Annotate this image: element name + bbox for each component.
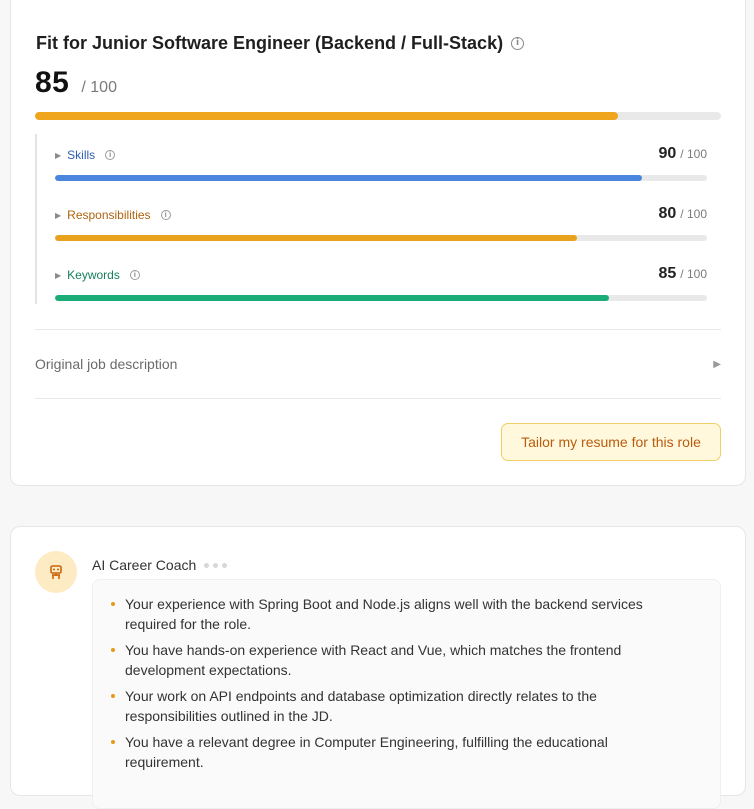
- original-job-description-toggle[interactable]: Original job description ▶: [35, 352, 721, 376]
- overall-score-max: / 100: [81, 79, 117, 96]
- fit-score-card: Fit for Junior Software Engineer (Backen…: [10, 0, 746, 486]
- breakdown-responsibilities-bar-fill: [55, 235, 577, 241]
- info-icon[interactable]: i: [105, 150, 116, 160]
- breakdown-skills[interactable]: ▶ Skills i 90 / 100: [55, 138, 707, 188]
- breakdown-responsibilities-score-value: 80: [658, 205, 677, 222]
- info-icon[interactable]: i: [129, 270, 140, 280]
- score-breakdown: ▶ Skills i 90 / 100 ▶ Responsibilities i…: [35, 134, 721, 304]
- divider: [35, 398, 721, 399]
- divider: [35, 329, 721, 330]
- breakdown-skills-score: 90 / 100: [659, 145, 708, 163]
- list-item: Your work on API endpoints and database …: [111, 686, 702, 726]
- caret-right-icon: ▶: [55, 270, 62, 280]
- list-item: Your experience with Spring Boot and Nod…: [111, 594, 702, 634]
- breakdown-responsibilities-score: 80 / 100: [659, 205, 708, 223]
- caret-right-icon: ▶: [55, 150, 62, 160]
- breakdown-keywords-score-value: 85: [658, 265, 677, 282]
- breakdown-keywords-bar-fill: [55, 295, 610, 301]
- breakdown-keywords-header[interactable]: ▶ Keywords i: [55, 268, 140, 282]
- caret-right-icon: ▶: [55, 210, 62, 220]
- overall-score: 85 / 100: [35, 66, 117, 100]
- breakdown-responsibilities-bar: [55, 235, 707, 241]
- overall-score-value: 85: [35, 66, 70, 99]
- ai-coach-card: AI Career Coach Your experience with Spr…: [10, 526, 746, 809]
- breakdown-skills-label: Skills: [67, 148, 96, 162]
- overall-score-bar: [35, 112, 721, 120]
- coach-message: Your experience with Spring Boot and Nod…: [92, 579, 721, 809]
- breakdown-skills-bar: [55, 175, 707, 181]
- breakdown-keywords-score: 85 / 100: [659, 265, 708, 283]
- breakdown-responsibilities-header[interactable]: ▶ Responsibilities i: [55, 208, 171, 222]
- coach-name: AI Career Coach: [92, 557, 197, 573]
- breakdown-responsibilities[interactable]: ▶ Responsibilities i 80 / 100: [55, 198, 707, 248]
- tailor-resume-button[interactable]: Tailor my resume for this role: [501, 423, 721, 461]
- breakdown-keywords-bar: [55, 295, 707, 301]
- info-icon[interactable]: i: [160, 210, 171, 220]
- list-item: You have hands-on experience with React …: [111, 640, 702, 680]
- breakdown-skills-header[interactable]: ▶ Skills i: [55, 148, 116, 162]
- info-icon[interactable]: i: [511, 37, 525, 50]
- coach-bullet-list: Your experience with Spring Boot and Nod…: [111, 594, 702, 772]
- list-item: You have a relevant degree in Computer E…: [111, 732, 702, 772]
- typing-indicator: [204, 562, 228, 568]
- fit-title: Fit for Junior Software Engineer (Backen…: [36, 33, 504, 53]
- coach-header: AI Career Coach: [92, 557, 228, 573]
- overall-score-bar-fill: [35, 112, 619, 120]
- caret-right-icon: ▶: [713, 358, 721, 370]
- robot-icon: [50, 565, 62, 579]
- breakdown-skills-bar-fill: [55, 175, 642, 181]
- breakdown-responsibilities-score-max: / 100: [680, 207, 707, 221]
- breakdown-skills-score-value: 90: [658, 145, 677, 162]
- breakdown-responsibilities-label: Responsibilities: [67, 208, 151, 222]
- breakdown-keywords[interactable]: ▶ Keywords i 85 / 100: [55, 258, 707, 308]
- breakdown-keywords-score-max: / 100: [680, 267, 707, 281]
- original-job-description-label: Original job description: [35, 356, 178, 372]
- breakdown-keywords-label: Keywords: [67, 268, 120, 282]
- breakdown-skills-score-max: / 100: [680, 147, 707, 161]
- fit-title-row: Fit for Junior Software Engineer (Backen…: [36, 33, 525, 54]
- coach-avatar: [35, 551, 77, 593]
